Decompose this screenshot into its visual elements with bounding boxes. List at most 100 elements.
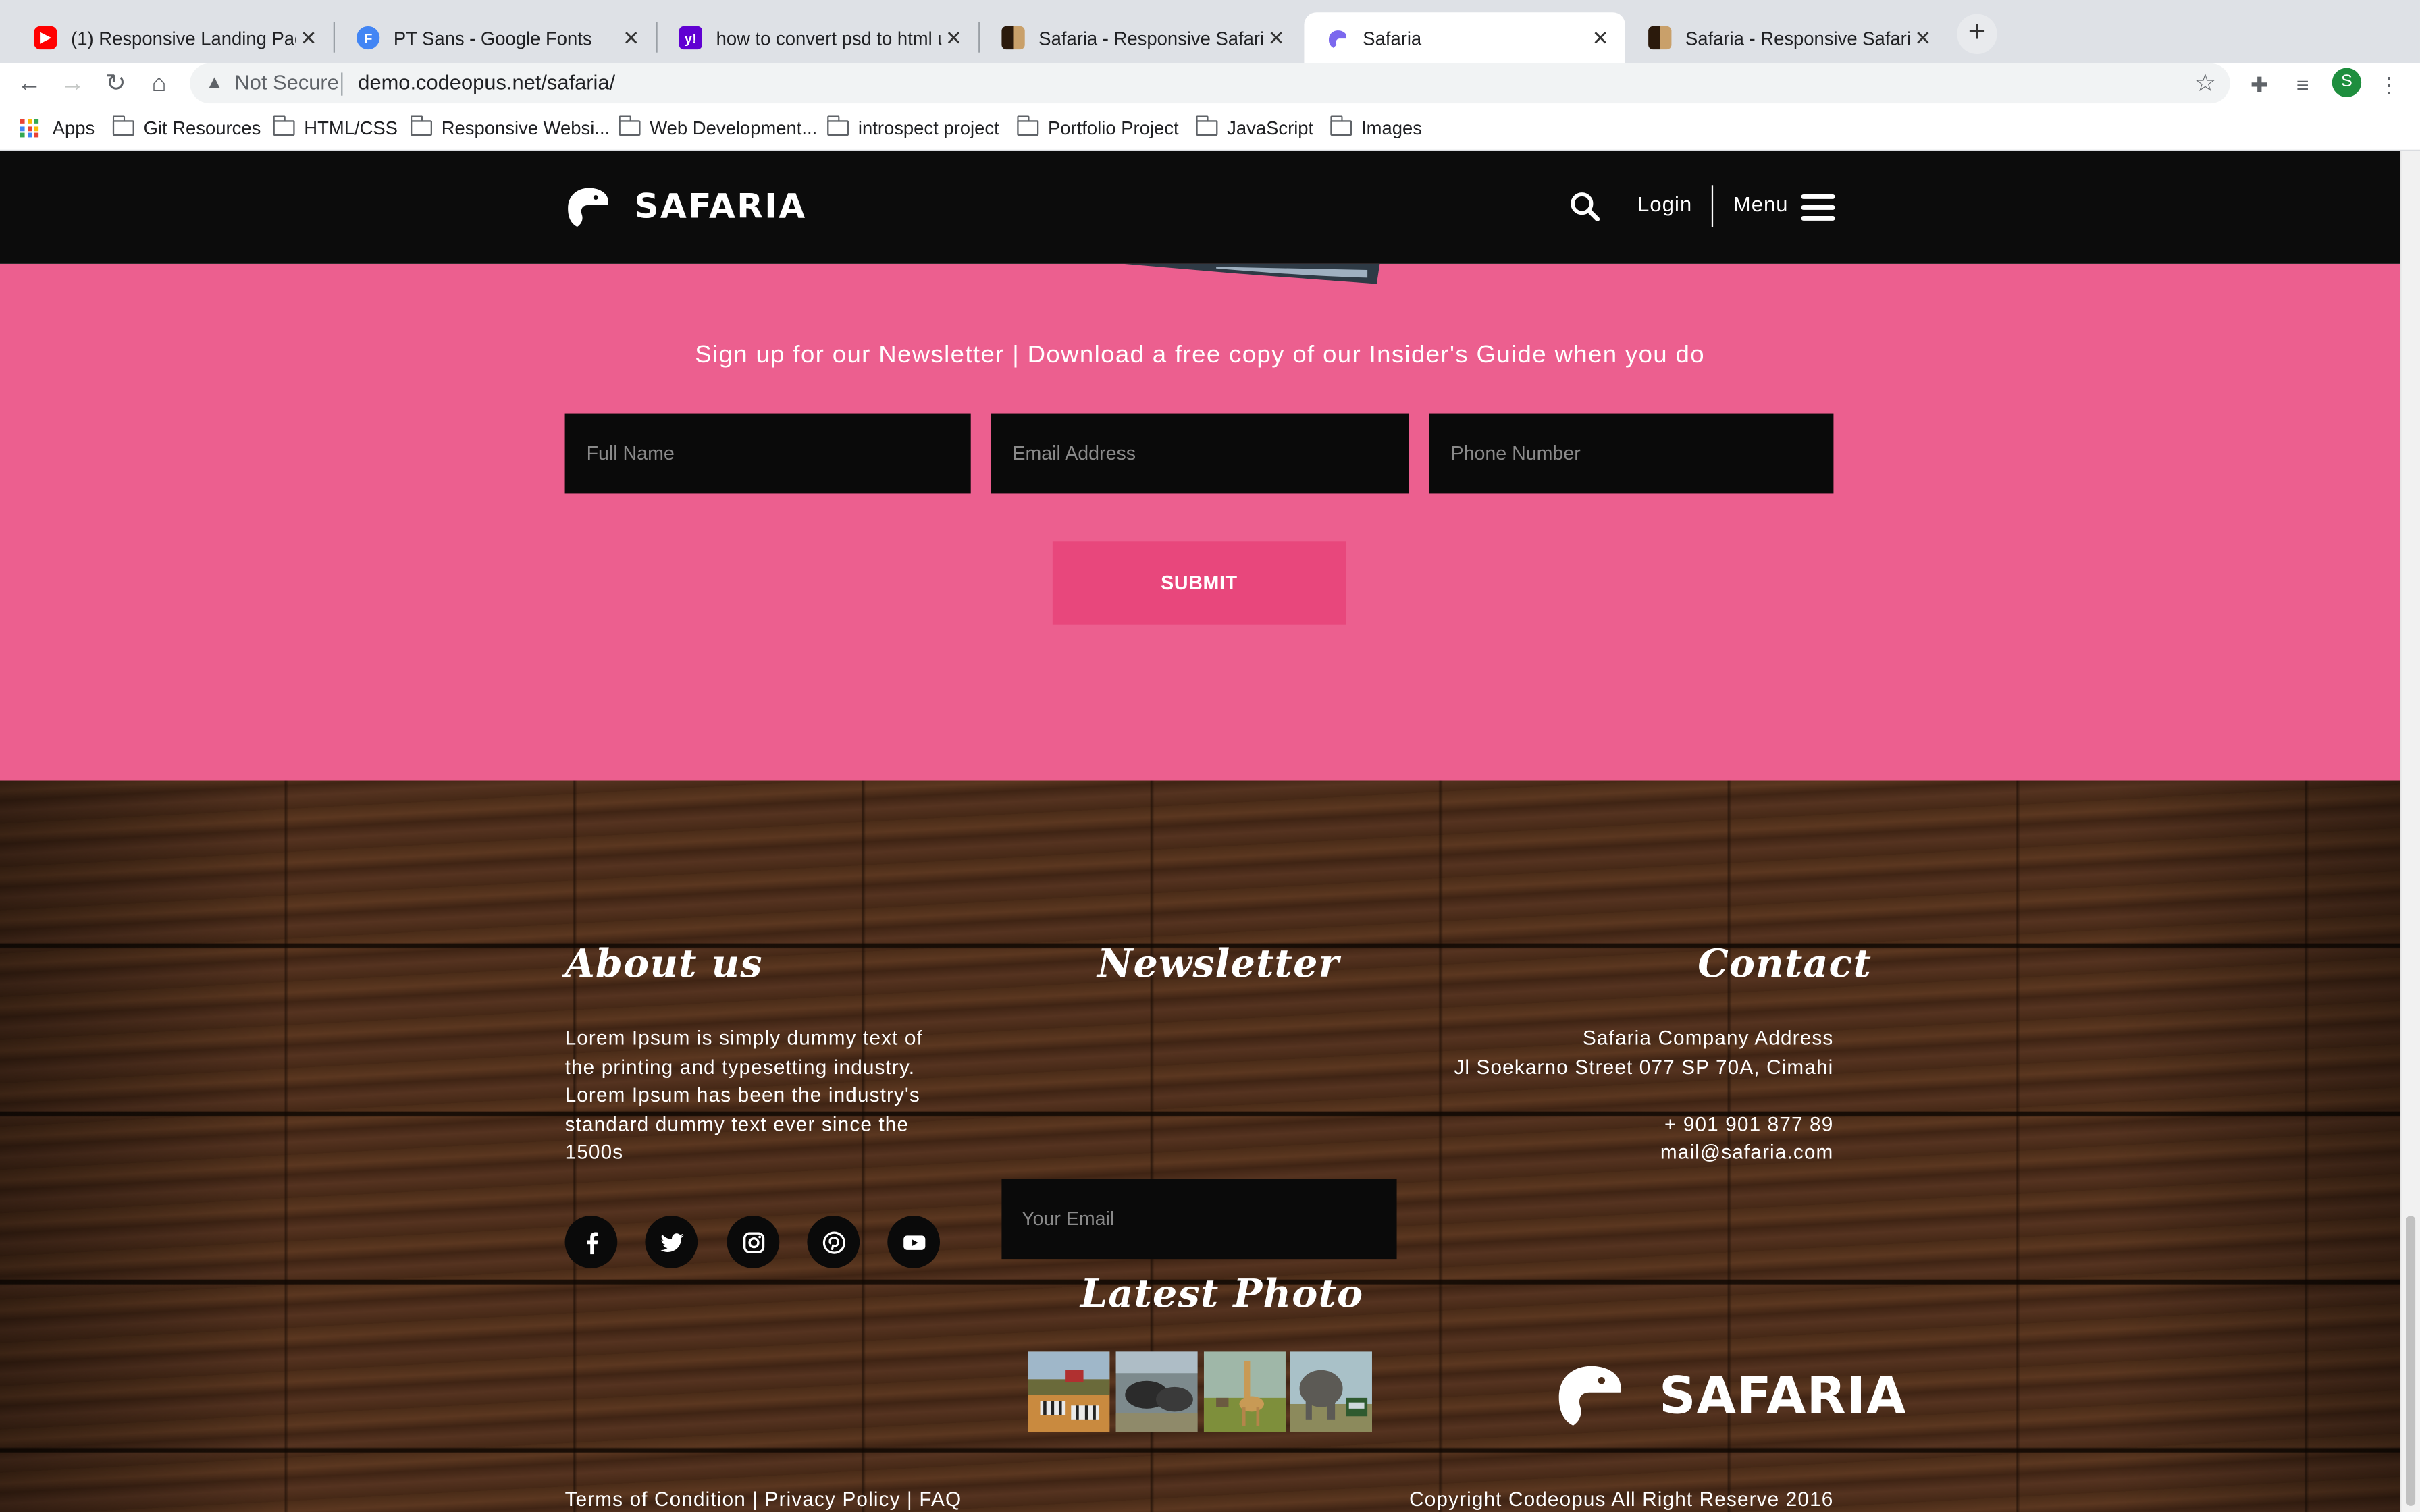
scrollbar-thumb[interactable] xyxy=(2406,1216,2416,1506)
submit-button[interactable]: SUBMIT xyxy=(1052,541,1346,625)
contact-heading: Contact xyxy=(1698,941,1872,986)
bookmark-label: Git Resources xyxy=(143,117,261,139)
bookmark-label: Portfolio Project xyxy=(1047,117,1179,139)
hamburger-icon[interactable] xyxy=(1801,194,1835,221)
terms-link[interactable]: Terms of Condition xyxy=(565,1487,746,1510)
site-footer: About us Lorem Ipsum is simply dummy tex… xyxy=(0,780,2400,1512)
elephant-logo-icon xyxy=(568,188,608,227)
contact-phone[interactable]: + 901 901 877 89 xyxy=(1454,1110,1833,1139)
contact-spacer xyxy=(1454,1081,1833,1110)
url-text[interactable]: demo.codeopus.net/safaria/ xyxy=(358,71,615,94)
page-scrollbar[interactable] xyxy=(2400,151,2420,1512)
security-label[interactable]: Not Secure xyxy=(234,71,338,94)
browser-tab[interactable]: Safaria - Responsive Safari Ten ✕ xyxy=(1627,12,1947,63)
folder-icon xyxy=(112,115,134,136)
bookmark-star-icon[interactable]: ☆ xyxy=(2194,68,2216,99)
reload-icon[interactable]: ↻ xyxy=(97,66,134,103)
phone-number-input[interactable]: Phone Number xyxy=(1429,413,1834,494)
bookmark-label: Web Development... xyxy=(650,117,818,139)
close-icon[interactable]: ✕ xyxy=(941,26,966,51)
footer-logo[interactable]: SAFARIA xyxy=(1554,1361,1907,1429)
extensions-icon[interactable]: ✚ xyxy=(2242,68,2276,102)
login-link[interactable]: Login xyxy=(1637,193,1692,216)
instagram-icon[interactable] xyxy=(727,1216,780,1268)
forward-icon[interactable]: → xyxy=(54,66,91,103)
bookmark-apps[interactable]: Apps xyxy=(20,117,95,139)
facebook-icon[interactable] xyxy=(564,1216,618,1268)
menu-button[interactable]: Menu xyxy=(1733,193,1789,216)
close-icon[interactable]: ✕ xyxy=(1264,26,1289,51)
tab-title: (1) Responsive Landing Page U xyxy=(71,26,296,49)
close-icon[interactable]: ✕ xyxy=(296,26,321,51)
youtube-icon[interactable] xyxy=(887,1216,940,1268)
link-separator: | xyxy=(907,1487,913,1511)
newsletter-heading: Newsletter xyxy=(1097,941,1340,986)
footer-logo-text: SAFARIA xyxy=(1659,1364,1907,1425)
full-name-input[interactable]: Full Name xyxy=(564,413,971,494)
search-icon[interactable] xyxy=(1570,191,1601,222)
browser-tab-strip: ▶ (1) Responsive Landing Page U ✕ F PT S… xyxy=(0,0,2420,63)
home-icon[interactable]: ⌂ xyxy=(140,66,178,103)
contact-details: Safaria Company Address Jl Soekarno Stre… xyxy=(1454,1025,1833,1167)
page-viewport: SAFARIA Login Menu Sign up for our Newsl… xyxy=(0,151,2400,1512)
google-fonts-icon: F xyxy=(356,26,380,50)
address-bar[interactable]: ▲ Not Secure demo.codeopus.net/safaria/ … xyxy=(190,63,2230,104)
faq-link[interactable]: FAQ xyxy=(919,1487,962,1510)
email-address-input[interactable]: Email Address xyxy=(991,413,1409,494)
bookmark-folder[interactable]: JavaScript xyxy=(1195,115,1313,139)
giraffe-photo[interactable] xyxy=(1203,1351,1286,1432)
new-tab-button[interactable]: + xyxy=(1957,14,1997,54)
site-logo[interactable]: SAFARIA xyxy=(565,185,807,228)
yahoo-icon: y! xyxy=(679,26,702,50)
apps-grid-icon xyxy=(20,118,39,138)
bookmark-label: introspect project xyxy=(858,117,999,139)
elephant-logo-icon xyxy=(1558,1366,1621,1426)
safaria-thumb-icon xyxy=(1001,26,1025,50)
about-text: Lorem Ipsum is simply dummy text of the … xyxy=(564,1025,923,1164)
twitter-icon[interactable] xyxy=(645,1216,698,1268)
bookmark-folder[interactable]: Images xyxy=(1330,115,1422,139)
zebras-photo[interactable] xyxy=(1028,1351,1110,1432)
warning-icon: ▲ xyxy=(205,71,224,93)
safaria-thumb-icon xyxy=(1648,26,1672,50)
bookmark-folder[interactable]: Responsive Websi... xyxy=(410,115,610,139)
youtube-icon: ▶ xyxy=(34,26,57,50)
back-icon[interactable]: ← xyxy=(11,66,48,103)
footer-links: Terms of Condition | Privacy Policy | FA… xyxy=(565,1487,962,1510)
bookmark-folder[interactable]: Web Development... xyxy=(618,115,818,139)
close-icon[interactable]: ✕ xyxy=(1911,26,1936,51)
folder-icon xyxy=(1330,115,1352,136)
tab-title: how to convert psd to html usin xyxy=(716,26,942,49)
browser-tab-active[interactable]: Safaria ✕ xyxy=(1304,12,1625,63)
bookmark-label: Apps xyxy=(52,117,95,139)
tablet-image-edge xyxy=(1123,263,1380,284)
signup-heading: Sign up for our Newsletter | Download a … xyxy=(695,342,1705,369)
elephant-photo[interactable] xyxy=(1290,1351,1372,1432)
tab-title: Safaria xyxy=(1363,26,1422,49)
browser-tab[interactable]: y! how to convert psd to html usin ✕ xyxy=(658,12,978,63)
profile-avatar[interactable]: S xyxy=(2332,68,2362,97)
contact-email[interactable]: mail@safaria.com xyxy=(1454,1139,1833,1167)
address-line: Jl Soekarno Street 077 SP 70A, Cimahi xyxy=(1454,1054,1834,1078)
bookmark-folder[interactable]: introspect project xyxy=(826,115,999,139)
folder-icon xyxy=(618,115,641,136)
tab-title: Safaria - Responsive Safari Ten xyxy=(1685,26,1911,49)
footer-email-input[interactable]: Your Email xyxy=(1001,1179,1397,1260)
close-icon[interactable]: ✕ xyxy=(1588,26,1613,51)
bookmark-folder[interactable]: HTML/CSS xyxy=(272,115,398,139)
close-icon[interactable]: ✕ xyxy=(619,26,644,51)
browser-tab[interactable]: F PT Sans - Google Fonts ✕ xyxy=(335,12,656,63)
bookmark-folder[interactable]: Portfolio Project xyxy=(1016,115,1179,139)
address-title: Safaria Company Address xyxy=(1582,1025,1834,1050)
buffalo-photo[interactable] xyxy=(1115,1351,1198,1432)
tab-title: PT Sans - Google Fonts xyxy=(393,26,592,49)
browser-tab[interactable]: ▶ (1) Responsive Landing Page U ✕ xyxy=(12,12,333,63)
browser-tab[interactable]: Safaria - Responsive Safari Ten ✕ xyxy=(980,12,1300,63)
more-options-icon[interactable]: ⋮ xyxy=(2372,68,2406,102)
privacy-link[interactable]: Privacy Policy xyxy=(765,1487,901,1510)
pinterest-icon[interactable] xyxy=(807,1216,860,1268)
copyright-text: Copyright Codeopus All Right Reserve 201… xyxy=(1409,1487,1834,1511)
browser-toolbar: ← → ↻ ⌂ ▲ Not Secure demo.codeopus.net/s… xyxy=(0,63,2420,108)
media-control-icon[interactable]: ≡ xyxy=(2286,68,2319,102)
bookmark-folder[interactable]: Git Resources xyxy=(112,115,261,139)
